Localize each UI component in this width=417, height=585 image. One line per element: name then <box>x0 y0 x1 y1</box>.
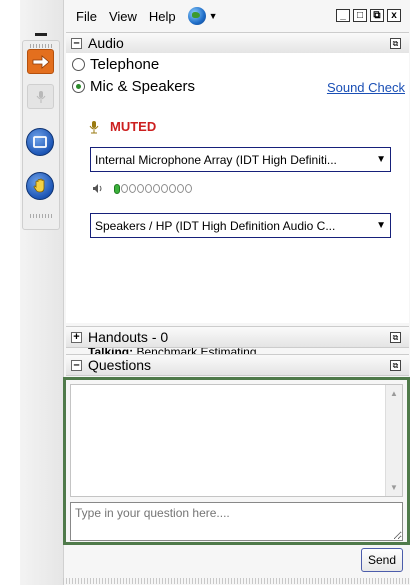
questions-scrollbar[interactable]: ▲ ▼ <box>385 385 402 496</box>
collapse-icon[interactable]: – <box>71 37 82 49</box>
level-segment <box>185 184 192 193</box>
screen-icon <box>33 136 47 148</box>
close-button[interactable]: x <box>387 9 401 22</box>
popout-icon[interactable]: ⧉ <box>390 332 401 343</box>
level-segment <box>145 184 152 193</box>
chevron-down-icon[interactable]: ▼ <box>376 220 386 231</box>
expand-icon[interactable]: + <box>71 331 82 343</box>
muted-label: MUTED <box>110 119 157 134</box>
raise-hand-button[interactable] <box>26 172 54 200</box>
popout-icon[interactable]: ⧉ <box>390 38 401 49</box>
screen-share-button[interactable] <box>26 128 54 156</box>
speakers-select[interactable]: Speakers / HP (IDT High Definition Audio… <box>90 213 391 238</box>
scroll-down-icon[interactable]: ▼ <box>390 483 398 492</box>
handouts-title: Handouts - 0 <box>88 329 169 345</box>
questions-log[interactable]: ▲ ▼ <box>70 384 403 497</box>
speakers-select-value: Speakers / HP (IDT High Definition Audio… <box>95 218 336 233</box>
globe-icon[interactable] <box>187 7 206 25</box>
minimize-button[interactable]: _ <box>336 9 350 22</box>
microphone-select-value: Internal Microphone Array (IDT High Defi… <box>95 152 337 167</box>
radio-telephone[interactable] <box>72 58 85 71</box>
level-segment <box>137 184 144 193</box>
arrow-right-icon <box>32 54 50 69</box>
menu-bar: File View Help ▼ _ □ ⧉ x <box>64 0 411 32</box>
mute-status: MUTED <box>88 119 156 134</box>
question-input[interactable] <box>70 502 403 541</box>
menu-help[interactable]: Help <box>149 9 176 24</box>
minimize-icon[interactable] <box>35 33 47 36</box>
telephone-label: Telephone <box>90 56 160 73</box>
level-segment <box>177 184 184 193</box>
menu-file[interactable]: File <box>76 9 97 24</box>
menu-view[interactable]: View <box>109 9 137 24</box>
scroll-up-icon[interactable]: ▲ <box>390 389 398 398</box>
resize-grip[interactable] <box>63 578 410 584</box>
telephone-option[interactable]: Telephone <box>72 56 159 73</box>
microphone-select[interactable]: Internal Microphone Array (IDT High Defi… <box>90 147 391 172</box>
questions-section-header[interactable]: – Questions ⧉ <box>66 354 409 376</box>
show-hide-panel-button[interactable] <box>27 49 54 74</box>
speaker-level <box>92 183 192 194</box>
sound-check-link[interactable]: Sound Check <box>327 80 405 95</box>
send-button[interactable]: Send <box>361 548 403 572</box>
level-segment <box>169 184 176 193</box>
radio-mic-speakers[interactable] <box>72 80 85 93</box>
questions-title: Questions <box>88 357 152 373</box>
chevron-down-icon[interactable]: ▼ <box>376 154 386 165</box>
level-segment <box>114 183 120 194</box>
window-controls: _ □ ⧉ x <box>336 9 401 22</box>
restore-button[interactable]: □ <box>353 9 367 22</box>
level-segment <box>153 184 160 193</box>
collapse-icon[interactable]: – <box>71 359 82 371</box>
level-segment <box>161 184 168 193</box>
level-segment <box>121 184 128 193</box>
audio-title: Audio <box>88 35 124 51</box>
mic-speakers-label: Mic & Speakers <box>90 78 196 95</box>
raise-hand-icon <box>33 178 45 193</box>
handouts-section-header[interactable]: + Handouts - 0 ⧉ <box>66 326 409 348</box>
chevron-down-icon[interactable]: ▼ <box>209 11 218 21</box>
microphone-icon <box>89 120 99 133</box>
grip-icon[interactable] <box>30 44 54 48</box>
speaker-icon <box>93 184 102 193</box>
speaker-level-meter <box>114 183 192 194</box>
mic-speakers-option[interactable]: Mic & Speakers <box>72 78 195 95</box>
popout-button[interactable]: ⧉ <box>370 9 384 22</box>
audio-section-header[interactable]: – Audio ⧉ <box>66 32 409 54</box>
popout-icon[interactable]: ⧉ <box>390 360 401 371</box>
audio-panel: Telephone Mic & Speakers Sound Check MUT… <box>66 53 409 359</box>
questions-area: ▲ ▼ <box>63 377 410 545</box>
mute-microphone-button[interactable] <box>27 84 54 109</box>
grip-icon[interactable] <box>30 214 54 218</box>
level-segment <box>129 184 136 193</box>
microphone-icon <box>36 90 45 103</box>
